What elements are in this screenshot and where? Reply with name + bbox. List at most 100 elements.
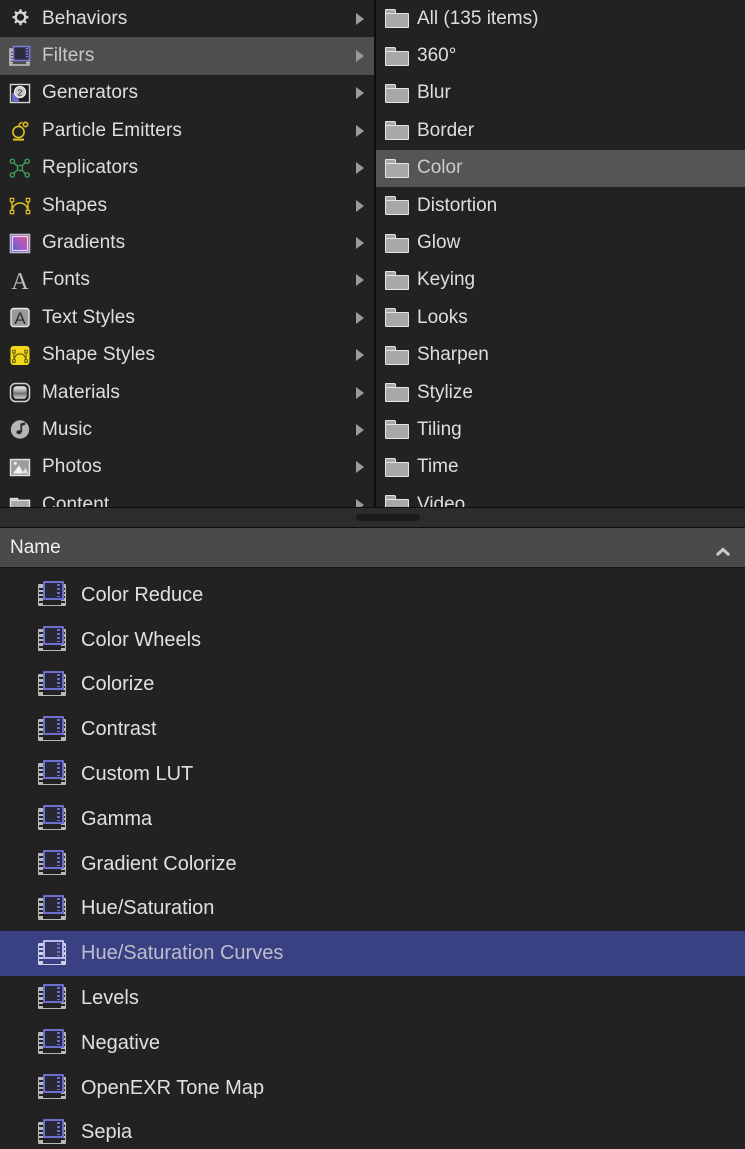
- category-row-photos[interactable]: Photos: [0, 449, 374, 486]
- svg-text:A: A: [11, 269, 29, 293]
- svg-text:A: A: [14, 309, 26, 328]
- chevron-right-icon[interactable]: [356, 423, 364, 436]
- category-row-materials[interactable]: Materials: [0, 374, 374, 411]
- shape-curve-icon: [8, 193, 33, 218]
- category-label: Gradients: [42, 232, 126, 254]
- category-row-content[interactable]: Content: [0, 486, 374, 507]
- chevron-right-icon[interactable]: [356, 87, 364, 100]
- chevron-right-icon[interactable]: [356, 311, 364, 324]
- category-row-generators[interactable]: 2 Generators: [0, 75, 374, 112]
- chevron-right-icon[interactable]: [356, 349, 364, 362]
- subcategory-row-distortion[interactable]: Distortion: [376, 187, 745, 224]
- folder-icon: [385, 83, 409, 103]
- filter-list-item[interactable]: Hue/Saturation: [0, 886, 745, 931]
- subcategory-row-time[interactable]: Time: [376, 449, 745, 486]
- gradient-swatch-icon: [8, 231, 33, 256]
- folder-icon: [385, 158, 409, 178]
- font-a-icon: A: [8, 268, 33, 295]
- text-style-icon: A: [8, 305, 33, 330]
- category-row-shapes[interactable]: Shapes: [0, 187, 374, 224]
- folder-icon: [385, 121, 409, 141]
- subcategory-label: Border: [417, 119, 475, 141]
- subcategory-column[interactable]: All (135 items) 360° Blur Border Color Distor…: [376, 0, 745, 507]
- filter-list-item[interactable]: Gradient Colorize: [0, 842, 745, 887]
- subcategory-label: Tiling: [417, 418, 462, 440]
- subcategory-row-border[interactable]: Border: [376, 112, 745, 149]
- subcategory-row-blur[interactable]: Blur: [376, 75, 745, 112]
- music-note-icon: [8, 417, 33, 442]
- category-row-text-styles[interactable]: A Text Styles: [0, 299, 374, 336]
- filter-list-item[interactable]: Levels: [0, 976, 745, 1021]
- subcategory-row-looks[interactable]: Looks: [376, 299, 745, 336]
- subcategory-label: 360°: [417, 45, 457, 67]
- subcategory-row-tiling[interactable]: Tiling: [376, 411, 745, 448]
- filter-item-label: Gradient Colorize: [81, 852, 237, 875]
- subcategory-row-glow[interactable]: Glow: [376, 224, 745, 261]
- panel-splitter[interactable]: [0, 506, 745, 529]
- filter-list-item[interactable]: Color Wheels: [0, 618, 745, 663]
- chevron-up-icon[interactable]: [715, 543, 731, 553]
- subcategory-row-360-[interactable]: 360°: [376, 37, 745, 74]
- chevron-right-icon[interactable]: [356, 162, 364, 175]
- filter-item-label: Color Reduce: [81, 583, 204, 606]
- subcategory-label: All (135 items): [417, 7, 539, 29]
- subcategory-label: Looks: [417, 306, 468, 328]
- filter-list-item[interactable]: Colorize: [0, 662, 745, 707]
- filter-list-item[interactable]: OpenEXR Tone Map: [0, 1066, 745, 1111]
- chevron-right-icon[interactable]: [356, 461, 364, 474]
- chevron-right-icon[interactable]: [356, 124, 364, 137]
- subcategory-row-sharpen[interactable]: Sharpen: [376, 337, 745, 374]
- filter-item-label: Sepia: [81, 1121, 133, 1144]
- subcategory-label: Sharpen: [417, 344, 489, 366]
- subcategory-row-all-135-items-[interactable]: All (135 items): [376, 0, 745, 37]
- chevron-right-icon[interactable]: [356, 237, 364, 250]
- column-header-name[interactable]: Name: [10, 537, 61, 559]
- filter-list-item[interactable]: Gamma: [0, 797, 745, 842]
- filter-list-item[interactable]: Color Reduce: [0, 573, 745, 618]
- folder-icon: [385, 308, 409, 328]
- subcategory-label: Distortion: [417, 194, 498, 216]
- filter-item-label: Colorize: [81, 673, 155, 696]
- subcategory-row-keying[interactable]: Keying: [376, 262, 745, 299]
- chevron-right-icon[interactable]: [356, 50, 364, 63]
- filter-film-icon: [38, 984, 66, 1011]
- category-row-music[interactable]: Music: [0, 411, 374, 448]
- filter-item-label: Custom LUT: [81, 762, 194, 785]
- subcategory-row-stylize[interactable]: Stylize: [376, 374, 745, 411]
- library-browser-panel: Behaviors Filters 2 Generators Particle Emit…: [0, 0, 745, 507]
- category-label: Shapes: [42, 194, 108, 216]
- filter-list-item[interactable]: Contrast: [0, 707, 745, 752]
- folder-icon: [385, 457, 409, 477]
- category-row-gradients[interactable]: Gradients: [0, 224, 374, 261]
- category-row-behaviors[interactable]: Behaviors: [0, 0, 374, 37]
- filter-film-icon: [38, 670, 66, 698]
- folder-icon: [8, 492, 33, 507]
- chevron-right-icon[interactable]: [356, 386, 364, 399]
- subcategory-row-video[interactable]: Video: [376, 486, 745, 507]
- category-row-replicators[interactable]: Replicators: [0, 150, 374, 187]
- category-row-fonts[interactable]: A Fonts: [0, 262, 374, 299]
- folder-icon: [385, 270, 409, 290]
- filter-film-icon: [38, 894, 66, 922]
- category-row-filters[interactable]: Filters: [0, 37, 374, 75]
- category-row-particle-emitters[interactable]: Particle Emitters: [0, 112, 374, 149]
- filter-list-item[interactable]: Negative: [0, 1021, 745, 1066]
- chevron-right-icon[interactable]: [356, 199, 364, 212]
- filter-list-item[interactable]: Sepia: [0, 1110, 745, 1149]
- category-label: Text Styles: [42, 306, 135, 328]
- category-row-shape-styles[interactable]: Shape Styles: [0, 337, 374, 374]
- chevron-right-icon[interactable]: [356, 498, 364, 507]
- category-label: Materials: [42, 381, 120, 403]
- filter-list-item[interactable]: Hue/Saturation Curves: [0, 931, 745, 977]
- horizontal-splitter-handle[interactable]: [355, 513, 420, 521]
- filter-film-icon: [38, 581, 66, 608]
- filter-list-item[interactable]: Custom LUT: [0, 752, 745, 797]
- chevron-right-icon[interactable]: [356, 274, 364, 287]
- media-library-browser: Behaviors Filters 2 Generators Particle Emit…: [0, 0, 745, 1149]
- list-column-header[interactable]: Name: [0, 528, 745, 568]
- category-column[interactable]: Behaviors Filters 2 Generators Particle Emit…: [0, 0, 376, 507]
- category-label: Content: [42, 493, 110, 507]
- chevron-right-icon[interactable]: [356, 12, 364, 25]
- subcategory-row-color[interactable]: Color: [376, 149, 745, 187]
- filter-results-list[interactable]: Color Reduce Color Wheels Colorize Contrast…: [0, 567, 745, 1149]
